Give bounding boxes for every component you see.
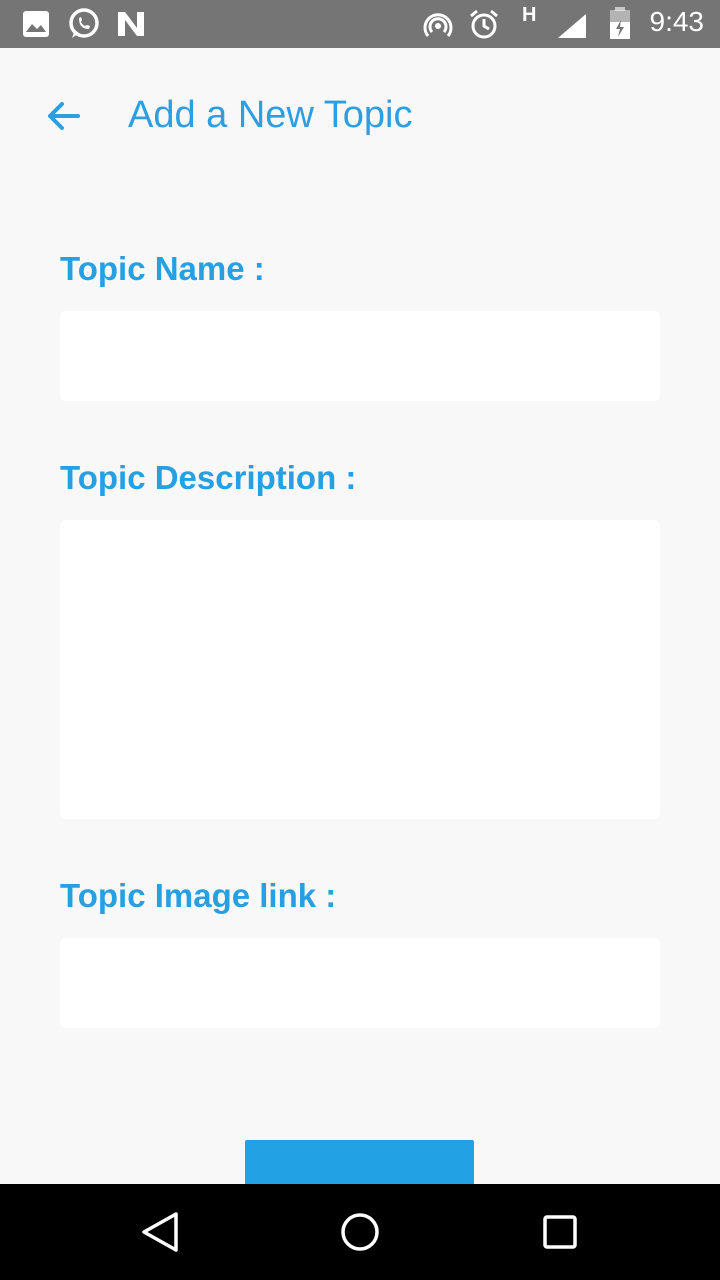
network-type-label: H: [522, 4, 537, 26]
signal-icon: [556, 12, 588, 45]
recents-square-icon: [532, 1215, 588, 1264]
status-bar: H 9:43: [0, 0, 720, 48]
nav-recents-button[interactable]: [532, 1204, 588, 1260]
topic-description-label: Topic Description :: [60, 459, 357, 496]
navigation-bar: [0, 1184, 720, 1280]
whatsapp-icon: [66, 6, 102, 47]
image-icon: [22, 10, 50, 43]
nav-home-button[interactable]: [332, 1204, 388, 1260]
home-circle-icon: [332, 1213, 388, 1264]
topic-name-label: Topic Name :: [60, 250, 265, 287]
n-app-icon: [116, 10, 146, 43]
alarm-icon: [468, 8, 500, 45]
nav-back-button[interactable]: [132, 1204, 188, 1260]
topic-description-input[interactable]: [60, 520, 660, 819]
arrow-back-icon: [36, 102, 92, 148]
app-bar: Add a New Topic: [0, 48, 720, 188]
status-time: 9:43: [649, 6, 705, 37]
battery-icon: [608, 6, 632, 45]
back-triangle-icon: [132, 1212, 188, 1264]
back-button[interactable]: [36, 88, 92, 144]
hotspot-icon: [422, 10, 454, 45]
topic-name-input[interactable]: [60, 311, 660, 401]
topic-image-link-input[interactable]: [60, 938, 660, 1028]
page-title: Add a New Topic: [128, 94, 413, 136]
topic-image-link-label: Topic Image link :: [60, 877, 337, 914]
